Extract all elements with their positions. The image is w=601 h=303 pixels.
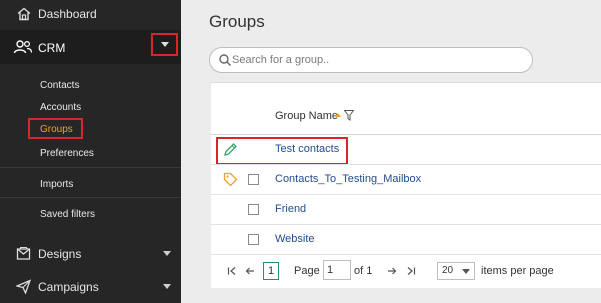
envelope-icon xyxy=(16,246,31,260)
group-name-link[interactable]: Website xyxy=(275,233,315,245)
first-page-icon[interactable] xyxy=(225,264,239,278)
paper-plane-icon xyxy=(16,279,31,294)
table-row[interactable]: Website xyxy=(211,225,601,255)
users-icon xyxy=(13,40,33,54)
nav-campaigns-label: Campaigns xyxy=(38,280,99,294)
page-label: Page xyxy=(294,265,320,277)
search-input[interactable]: Search for a group.. xyxy=(209,47,533,73)
nav-crm[interactable]: CRM xyxy=(0,30,181,64)
group-name-column-header[interactable]: Group Name xyxy=(275,110,338,122)
chevron-down-icon xyxy=(163,284,171,289)
sidebar-item-saved-filters[interactable]: Saved filters xyxy=(40,209,95,220)
nav-dashboard[interactable]: Dashboard xyxy=(0,0,181,30)
crm-submenu: Contacts Accounts Groups Preferences Imp… xyxy=(0,64,181,234)
crm-collapse-toggle[interactable] xyxy=(151,33,178,56)
sidebar-item-contacts[interactable]: Contacts xyxy=(40,80,79,91)
tag-icon[interactable] xyxy=(223,172,238,187)
group-name-link[interactable]: Test contacts xyxy=(275,143,339,155)
home-icon xyxy=(17,7,31,21)
page-number-input[interactable]: 1 xyxy=(323,260,351,280)
sidebar: Dashboard CRM Contacts Accounts Groups P… xyxy=(0,0,181,303)
search-placeholder: Search for a group.. xyxy=(232,54,330,66)
sidebar-item-groups[interactable]: Groups xyxy=(40,124,73,135)
last-page-icon[interactable] xyxy=(404,264,418,278)
table-header: Group Name xyxy=(211,83,601,135)
table-row[interactable]: Contacts_To_Testing_Mailbox xyxy=(211,165,601,195)
nav-crm-label: CRM xyxy=(38,41,66,55)
chevron-down-icon xyxy=(160,42,169,47)
page-count-label: of 1 xyxy=(354,265,373,277)
row-checkbox[interactable] xyxy=(248,234,259,245)
sidebar-item-accounts[interactable]: Accounts xyxy=(40,102,81,113)
row-checkbox[interactable] xyxy=(248,174,259,185)
group-name-link[interactable]: Friend xyxy=(275,203,306,215)
sidebar-item-preferences[interactable]: Preferences xyxy=(40,148,94,159)
submenu-divider xyxy=(0,197,181,198)
submenu-divider xyxy=(0,167,181,168)
nav-designs[interactable]: Designs xyxy=(0,238,181,268)
pagination: 1 Page 1 of 1 20 items per page xyxy=(211,255,601,287)
sidebar-item-imports[interactable]: Imports xyxy=(40,179,73,190)
table-row[interactable]: Friend xyxy=(211,195,601,225)
next-page-icon[interactable] xyxy=(385,264,399,278)
nav-dashboard-label: Dashboard xyxy=(38,7,97,21)
previous-page-icon[interactable] xyxy=(243,264,257,278)
nav-campaigns[interactable]: Campaigns xyxy=(0,271,181,301)
filter-icon[interactable] xyxy=(344,110,354,121)
pencil-icon[interactable] xyxy=(223,142,238,157)
chevron-down-icon xyxy=(462,269,470,274)
table-row[interactable]: Test contacts xyxy=(211,135,601,165)
row-checkbox[interactable] xyxy=(248,204,259,215)
items-per-page-select[interactable]: 20 xyxy=(437,262,475,280)
search-icon xyxy=(219,54,232,67)
current-page-button[interactable]: 1 xyxy=(263,262,279,280)
group-name-link[interactable]: Contacts_To_Testing_Mailbox xyxy=(275,173,421,185)
items-per-page-label: items per page xyxy=(481,265,554,277)
page-title: Groups xyxy=(209,12,265,31)
chevron-down-icon xyxy=(163,251,171,256)
nav-designs-label: Designs xyxy=(38,247,82,261)
groups-table: Group Name Test contacts Contacts_To_Tes… xyxy=(211,82,601,288)
sort-ascending-icon[interactable] xyxy=(335,113,341,117)
items-per-page-value: 20 xyxy=(442,265,454,276)
